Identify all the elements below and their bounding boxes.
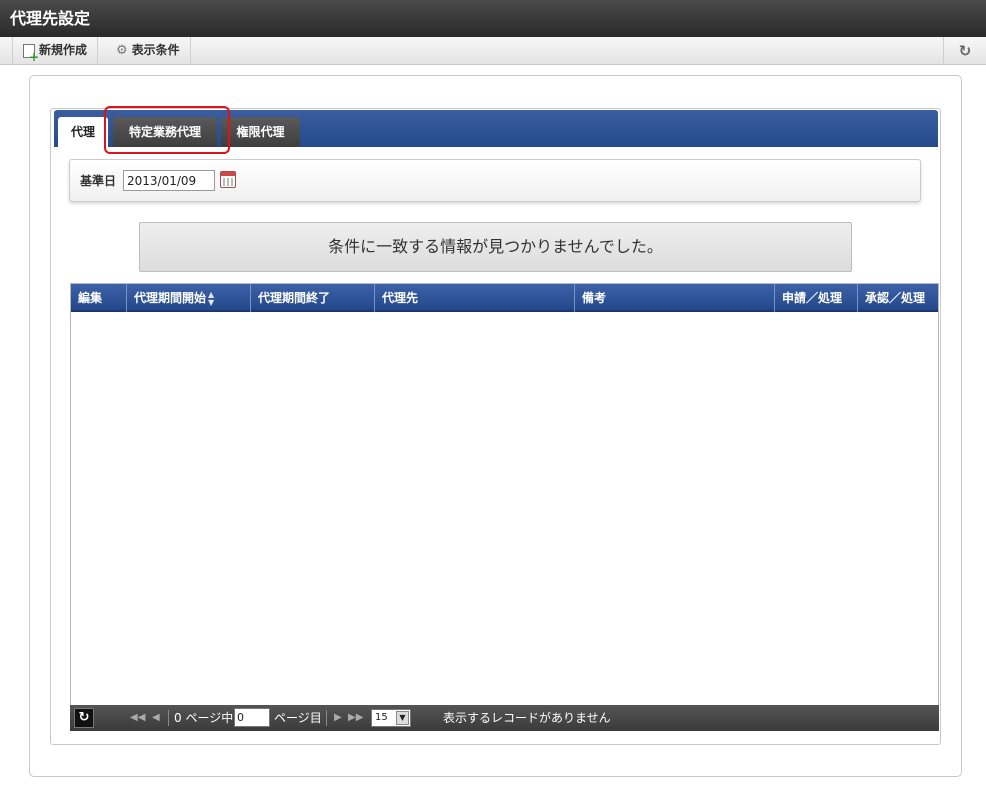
last-page-icon[interactable]: ▶▶ xyxy=(348,705,363,731)
pager-divider xyxy=(326,710,327,726)
column-header-start[interactable]: 代理期間開始 ▲ ▼ xyxy=(127,284,251,312)
display-conditions-button[interactable]: ⚙ 表示条件 xyxy=(106,37,191,64)
pager-status: 表示するレコードがありません xyxy=(443,711,611,725)
pager: ↻ ◀◀ ◀ 0 ページ中 ページ目 ▶ ▶▶ 15 ▼ 表示するレコードがあり… xyxy=(70,705,939,731)
gear-icon: ⚙ xyxy=(116,43,128,58)
refresh-icon[interactable]: ↻ xyxy=(943,37,986,64)
toolbar: 新規作成 ⚙ 表示条件 ↻ xyxy=(0,37,986,65)
base-date-input[interactable] xyxy=(123,170,215,191)
sort-icon: ▲ ▼ xyxy=(208,289,215,307)
rows-per-page-value: 15 xyxy=(375,712,388,723)
new-button-label: 新規作成 xyxy=(39,43,88,57)
column-header-edit[interactable]: 編集 xyxy=(71,284,127,312)
pager-refresh-icon[interactable]: ↻ xyxy=(74,708,94,728)
new-document-icon xyxy=(23,43,39,62)
column-header-end[interactable]: 代理期間終了 xyxy=(251,284,375,312)
column-header-apply[interactable]: 申請／処理 xyxy=(775,284,858,312)
calendar-icon[interactable] xyxy=(220,171,236,188)
table-header: 編集 代理期間開始 ▲ ▼ 代理期間終了 代理先 備考 申請／処理 承認／処理 xyxy=(71,284,938,312)
next-page-icon[interactable]: ▶ xyxy=(334,705,342,731)
first-page-icon[interactable]: ◀◀ xyxy=(130,705,145,731)
column-header-proxy[interactable]: 代理先 xyxy=(375,284,575,312)
tab-proxy[interactable]: 代理 xyxy=(58,117,108,147)
no-results-message: 条件に一致する情報が見つかりませんでした。 xyxy=(139,222,852,272)
column-header-remarks[interactable]: 備考 xyxy=(575,284,775,312)
page-prefix-text: 0 ページ中 xyxy=(174,711,234,725)
column-header-approve[interactable]: 承認／処理 xyxy=(858,284,938,312)
window-title: 代理先設定 xyxy=(0,0,986,37)
proxy-table: 編集 代理期間開始 ▲ ▼ 代理期間終了 代理先 備考 申請／処理 承認／処理 xyxy=(70,283,939,731)
prev-page-icon[interactable]: ◀ xyxy=(152,705,160,731)
page-suffix-text: ページ目 xyxy=(274,711,322,725)
base-date-label: 基準日 xyxy=(80,174,117,188)
display-conditions-label: 表示条件 xyxy=(131,43,180,57)
tab-authority-proxy[interactable]: 権限代理 xyxy=(221,117,300,147)
highlight-box xyxy=(104,106,230,154)
rows-per-page-select[interactable]: 15 ▼ xyxy=(371,709,411,727)
page-number-input[interactable] xyxy=(234,708,270,727)
pager-divider xyxy=(168,710,169,726)
chevron-down-icon: ▼ xyxy=(396,711,409,725)
new-button[interactable]: 新規作成 xyxy=(12,37,99,64)
